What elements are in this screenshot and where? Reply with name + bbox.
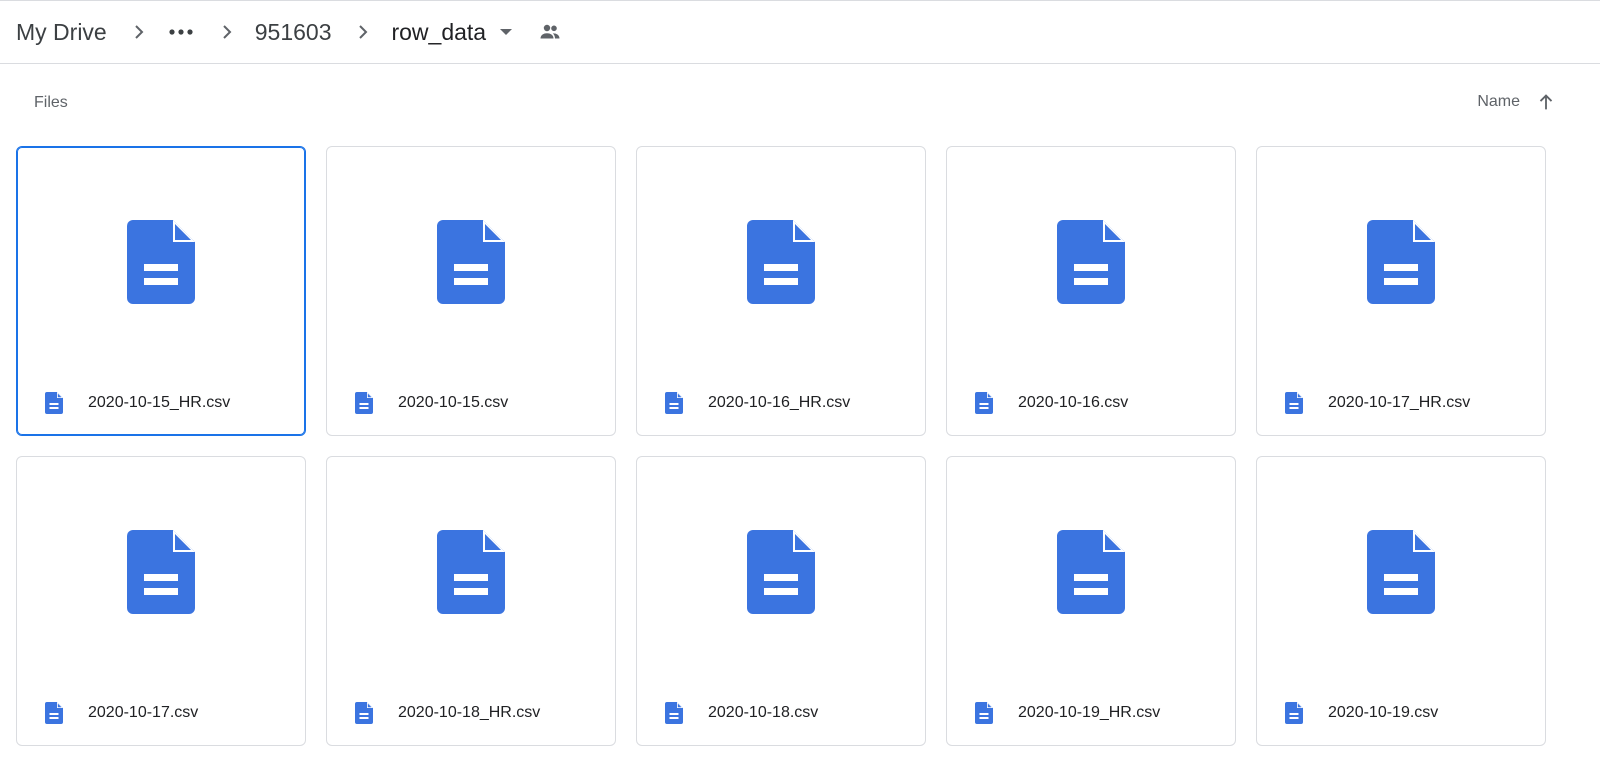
document-icon <box>1057 220 1125 304</box>
document-type-icon <box>1284 702 1304 724</box>
document-icon <box>127 530 195 614</box>
document-icon <box>437 530 505 614</box>
file-name: 2020-10-16_HR.csv <box>708 394 851 411</box>
file-card-footer: 2020-10-19.csv <box>1257 699 1545 727</box>
file-name: 2020-10-19.csv <box>1328 704 1439 721</box>
document-icon <box>437 220 505 304</box>
file-card-footer: 2020-10-16.csv <box>947 389 1235 417</box>
document-icon <box>747 530 815 614</box>
file-card[interactable]: 2020-10-19.csv <box>1256 456 1546 746</box>
file-name: 2020-10-15_HR.csv <box>88 394 231 411</box>
document-icon <box>1057 220 1125 304</box>
document-type-icon <box>1284 392 1304 414</box>
file-name: 2020-10-17_HR.csv <box>1328 394 1471 411</box>
document-type-icon <box>354 702 374 724</box>
document-type-icon <box>664 702 684 724</box>
arrow-up-icon[interactable] <box>1534 90 1558 114</box>
file-card-footer: 2020-10-17.csv <box>17 699 305 727</box>
file-card[interactable]: 2020-10-18_HR.csv <box>326 456 616 746</box>
chevron-right-icon <box>129 22 149 42</box>
file-thumbnail <box>327 457 615 687</box>
chevron-right-icon <box>217 22 237 42</box>
file-grid: 2020-10-15_HR.csv 2020-10-15.csv 2020-10-1… <box>16 146 1578 766</box>
file-card-footer: 2020-10-19_HR.csv <box>947 699 1235 727</box>
shared-people-icon[interactable] <box>536 18 564 46</box>
file-thumbnail <box>17 457 305 687</box>
document-type-icon <box>974 392 994 414</box>
file-name: 2020-10-18_HR.csv <box>398 704 541 721</box>
file-card[interactable]: 2020-10-17_HR.csv <box>1256 146 1546 436</box>
file-card-footer: 2020-10-16_HR.csv <box>637 389 925 417</box>
document-icon <box>1057 530 1125 614</box>
breadcrumb-folder[interactable]: 951603 <box>255 15 332 50</box>
file-name: 2020-10-17.csv <box>88 704 199 721</box>
document-icon <box>127 220 195 304</box>
file-card-footer: 2020-10-15.csv <box>327 389 615 417</box>
caret-down-icon[interactable] <box>494 20 518 44</box>
document-icon <box>437 530 505 614</box>
file-card[interactable]: 2020-10-19_HR.csv <box>946 456 1236 746</box>
file-name: 2020-10-19_HR.csv <box>1018 704 1161 721</box>
file-name: 2020-10-15.csv <box>398 394 509 411</box>
file-card[interactable]: 2020-10-18.csv <box>636 456 926 746</box>
file-name: 2020-10-16.csv <box>1018 394 1129 411</box>
breadcrumb-current-folder[interactable]: row_data <box>391 15 486 50</box>
document-type-icon <box>974 702 994 724</box>
file-thumbnail <box>637 147 925 377</box>
document-icon <box>747 530 815 614</box>
file-card[interactable]: 2020-10-16.csv <box>946 146 1236 436</box>
document-icon <box>1367 220 1435 304</box>
file-thumbnail <box>1257 457 1545 687</box>
breadcrumb-my-drive[interactable]: My Drive <box>16 15 107 50</box>
file-thumbnail <box>947 457 1235 687</box>
file-card[interactable]: 2020-10-15.csv <box>326 146 616 436</box>
document-icon <box>127 220 195 304</box>
file-thumbnail <box>17 147 305 377</box>
document-icon <box>1367 530 1435 614</box>
sort-label: Name <box>1477 93 1520 110</box>
document-icon <box>1367 220 1435 304</box>
document-icon <box>747 220 815 304</box>
document-type-icon <box>354 392 374 414</box>
file-thumbnail <box>327 147 615 377</box>
more-folders-button[interactable] <box>167 27 195 37</box>
file-card-footer: 2020-10-18.csv <box>637 699 925 727</box>
chevron-right-icon <box>353 22 373 42</box>
file-thumbnail <box>637 457 925 687</box>
document-type-icon <box>44 702 64 724</box>
document-type-icon <box>44 392 64 414</box>
file-card-footer: 2020-10-18_HR.csv <box>327 699 615 727</box>
document-icon <box>437 220 505 304</box>
file-name: 2020-10-18.csv <box>708 704 819 721</box>
file-card[interactable]: 2020-10-16_HR.csv <box>636 146 926 436</box>
files-section-label: Files <box>34 94 68 111</box>
file-card[interactable]: 2020-10-17.csv <box>16 456 306 746</box>
sort-by-name-button[interactable]: Name <box>1477 90 1558 114</box>
file-card[interactable]: 2020-10-15_HR.csv <box>16 146 306 436</box>
document-icon <box>747 220 815 304</box>
document-type-icon <box>664 392 684 414</box>
document-icon <box>1057 530 1125 614</box>
file-card-footer: 2020-10-17_HR.csv <box>1257 389 1545 417</box>
file-thumbnail <box>947 147 1235 377</box>
file-card-footer: 2020-10-15_HR.csv <box>17 389 305 417</box>
breadcrumb-bar: My Drive 951603 row_data <box>0 1 1600 64</box>
document-icon <box>1367 530 1435 614</box>
file-thumbnail <box>1257 147 1545 377</box>
document-icon <box>127 530 195 614</box>
